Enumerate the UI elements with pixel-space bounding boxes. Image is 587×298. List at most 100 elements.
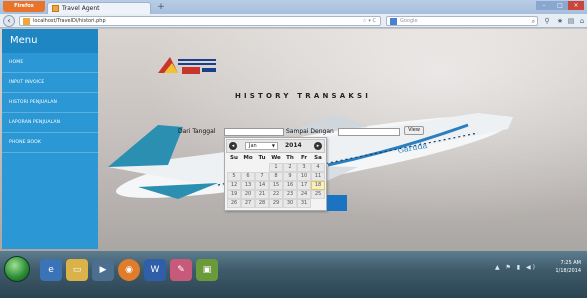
clock-time: 7:25 AM [560,260,581,266]
day-cell[interactable]: 16 [283,181,297,190]
sidebar-item-phone-book[interactable]: PHONE BOOK [2,133,98,153]
day-cell[interactable]: 14 [255,181,269,190]
word-icon[interactable]: W [144,259,166,281]
url-bar[interactable]: localhost/TravelDi/histori.php ☆ ▾ C [19,16,381,26]
day-cell[interactable]: 29 [269,199,283,208]
day-cell[interactable]: 7 [255,172,269,181]
day-cell[interactable]: 2 [283,163,297,172]
chevron-down-icon: ▼ [271,143,275,148]
day-cell[interactable]: 6 [241,172,255,181]
firefox-icon[interactable]: ◉ [118,259,140,281]
day-cell[interactable]: 27 [241,199,255,208]
firefox-menu-button[interactable]: Firefox [3,1,45,12]
close-button[interactable]: × [568,1,584,10]
datepicker: ◂ Jan ▼ 2014 ▸ Su Mo Tu We Th Fr Sa 1 2 3 4 5 6 7 8 9 10… [224,137,327,211]
day-cell[interactable]: 15 [269,181,283,190]
bookmarks-icon[interactable]: ▤ [566,16,576,26]
star-icon[interactable]: ★ [555,16,565,26]
day-cell[interactable]: 18 [311,181,325,190]
day-cell[interactable]: 1 [269,163,283,172]
weekday-label: Su [230,155,238,161]
weekday-label: Fr [300,155,308,161]
empty-day-cell [311,199,325,208]
weekday-label: Tu [258,155,266,161]
sidebar-item-laporan-penjualan[interactable]: LAPORAN PENJUALAN [2,113,98,133]
day-cell[interactable]: 19 [227,190,241,199]
day-cell[interactable]: 23 [283,190,297,199]
weekday-label: Mo [243,155,253,161]
system-tray: ▲ ⚑ ▮ ◀) 7:25 AM 1/18/2014 [495,257,583,281]
day-cell[interactable]: 12 [227,181,241,190]
weekday-label: Th [286,155,294,161]
url-text: localhost/TravelDi/histori.php [33,18,106,24]
clock[interactable]: 7:25 AM 1/18/2014 [555,259,581,275]
day-cell[interactable]: 4 [311,163,325,172]
from-date-input[interactable] [224,128,284,136]
next-month-icon[interactable]: ▸ [314,142,322,150]
week-row: 1234 [227,163,325,172]
day-cell[interactable]: 13 [241,181,255,190]
clock-date: 1/18/2014 [555,268,581,274]
start-button[interactable] [4,256,30,282]
home-icon[interactable]: ⌂ [577,16,587,26]
day-cell[interactable]: 20 [241,190,255,199]
sidebar-item-input-invoice[interactable]: INPUT INVOICE [2,73,98,93]
new-tab-button[interactable]: + [155,3,167,13]
day-cell[interactable]: 8 [269,172,283,181]
tab-favicon-icon [52,5,59,12]
day-cell[interactable]: 21 [255,190,269,199]
day-cell[interactable]: 31 [297,199,311,208]
media-player-icon[interactable]: ▶ [92,259,114,281]
weekday-label: We [271,155,281,161]
day-cell[interactable]: 9 [283,172,297,181]
search-bar[interactable]: Google ⌕ [386,16,538,26]
weekday-label: Sa [314,155,322,161]
browser-nav-bar: ‹ localhost/TravelDi/histori.php ☆ ▾ C G… [0,14,587,28]
sidebar-item-histori-penjualan[interactable]: HISTORI PENJUALAN [2,93,98,113]
view-button[interactable]: View [404,126,424,135]
page-title: HISTORY TRANSAKSI [234,92,372,100]
app-icon[interactable]: ▣ [196,259,218,281]
back-arrow-icon[interactable]: ‹ [3,15,15,27]
tray-icons[interactable]: ▲ ⚑ ▮ ◀) [495,264,537,271]
from-date-label: Dari Tanggal [178,128,216,135]
windows-taskbar: e ▭ ▶ ◉ W ✎ ▣ ▲ ⚑ ▮ ◀) 7:25 AM 1/18/2014 [0,251,587,298]
day-cell[interactable]: 17 [297,181,311,190]
day-cell[interactable]: 10 [297,172,311,181]
prev-month-icon[interactable]: ◂ [229,142,237,150]
day-cell[interactable]: 28 [255,199,269,208]
to-date-label: Sampai Dengan [286,128,334,135]
month-value: Jan [249,143,257,149]
day-cell[interactable]: 30 [283,199,297,208]
empty-day-cell [241,163,255,172]
day-cell[interactable]: 26 [227,199,241,208]
day-cell[interactable]: 25 [311,190,325,199]
week-row: 5 6 7 8 9 10 11 [227,172,325,181]
page-content: Garuda Menu HOME INPUT INVOICE HISTORI P… [0,29,587,251]
url-controls[interactable]: ☆ ▾ C [362,17,376,26]
paint-icon[interactable]: ✎ [170,259,192,281]
magnifier-icon[interactable]: ⌕ [532,17,535,26]
month-select[interactable]: Jan ▼ [245,142,278,150]
day-cell[interactable]: 5 [227,172,241,181]
to-date-input[interactable] [338,128,400,136]
google-icon [390,18,397,25]
blue-panel [327,195,347,211]
minimize-button[interactable]: – [536,1,552,10]
maximize-button[interactable]: □ [552,1,568,10]
tab-title: Travel Agent [62,5,100,12]
weekday-row: Su Mo Tu We Th Fr Sa [227,154,325,163]
day-cell[interactable]: 11 [311,172,325,181]
day-cell[interactable]: 22 [269,190,283,199]
datepicker-header: ◂ Jan ▼ 2014 ▸ [226,139,325,153]
ie-icon[interactable]: e [40,259,62,281]
day-cell[interactable]: 3 [297,163,311,172]
empty-day-cell [227,163,241,172]
sidebar-item-home[interactable]: HOME [2,53,98,73]
window-controls: – □ × [536,1,584,10]
search-icon[interactable]: ⚲ [542,16,552,26]
folder-icon[interactable]: ▭ [66,259,88,281]
search-engine-label: Google [400,18,418,24]
browser-tab[interactable]: Travel Agent [47,2,151,14]
day-cell[interactable]: 24 [297,190,311,199]
